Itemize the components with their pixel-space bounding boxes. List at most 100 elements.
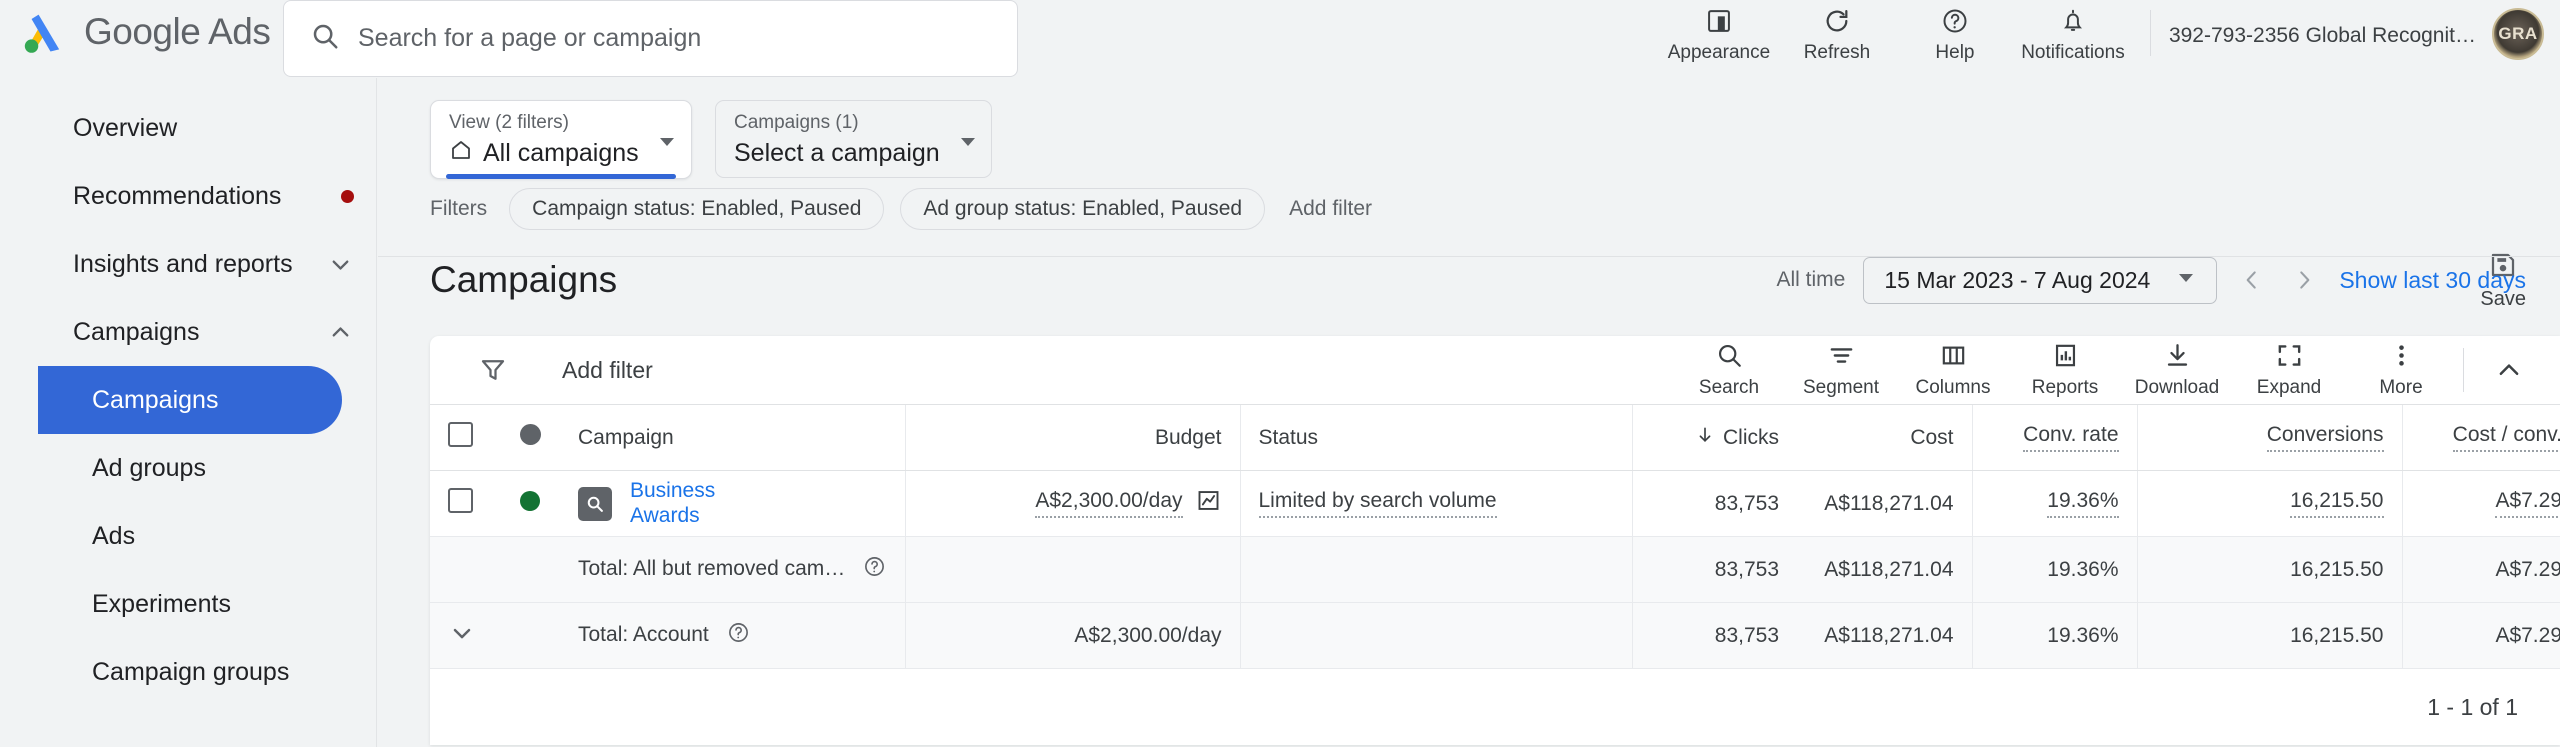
sidebar-item-overview[interactable]: Overview — [19, 94, 376, 162]
table-segment-button[interactable]: Segment — [1785, 339, 1897, 401]
status-filter-dot-icon[interactable] — [520, 424, 541, 445]
column-header-cost-per-conv[interactable]: Cost / conv. — [2401, 404, 2560, 471]
row-status-dot-cell — [502, 470, 560, 537]
column-header-status[interactable]: Status — [1239, 404, 1632, 471]
column-header-clicks[interactable]: Clicks — [1631, 404, 1797, 471]
appearance-icon — [1705, 4, 1733, 38]
table-more-button[interactable]: More — [2345, 339, 2457, 401]
sidebar-nav: Overview Recommendations Insights and re… — [19, 78, 377, 747]
sidebar-item-label: Campaigns — [73, 317, 200, 346]
total-account-status-cell — [1239, 602, 1632, 669]
column-header-cost[interactable]: Cost — [1797, 404, 1972, 471]
campaign-selector-value: Select a campaign — [734, 138, 940, 167]
sort-desc-icon — [1695, 425, 1715, 451]
table-row[interactable]: Business Awards A$2,300.00/day Limited b… — [430, 470, 2560, 537]
brand-text: Google Ads — [84, 11, 271, 53]
total-dot-cell — [502, 536, 560, 603]
all-time-label: All time — [1776, 268, 1846, 291]
column-header-campaign[interactable]: Campaign — [560, 404, 905, 471]
total-account-dot-cell — [502, 602, 560, 669]
sidebar-item-campaigns[interactable]: Campaigns — [38, 366, 342, 434]
chevron-up-icon[interactable] — [2484, 341, 2550, 399]
total-label-cell: Total: All but removed cam… — [560, 536, 905, 603]
table-download-button[interactable]: Download — [2121, 339, 2233, 401]
account-name[interactable]: 392-793-2356 Global Recognit… — [2169, 18, 2476, 48]
previous-period-button[interactable] — [2235, 263, 2269, 297]
notifications-icon — [2059, 4, 2087, 38]
view-selector-value: All campaigns — [483, 139, 639, 168]
campaign-selector[interactable]: Campaigns (1) Select a campaign — [715, 100, 992, 178]
brand-ads: Ads — [208, 11, 271, 52]
column-header-conversions[interactable]: Conversions — [2136, 404, 2402, 471]
sidebar-item-ad-groups[interactable]: Ad groups — [38, 434, 342, 502]
status-text[interactable]: Limited by search volume — [1258, 489, 1497, 518]
page-header: Campaigns All time 15 Mar 2023 - 7 Aug 2… — [378, 241, 2560, 319]
chevron-down-icon[interactable] — [448, 619, 476, 647]
view-selector[interactable]: View (2 filters) All campaigns — [430, 100, 692, 179]
next-period-button[interactable] — [2287, 263, 2321, 297]
table-reports-label: Reports — [2031, 377, 2099, 398]
sidebar-item-label: Campaign groups — [92, 657, 290, 686]
row-checkbox[interactable] — [448, 488, 473, 513]
refresh-button[interactable]: Refresh — [1778, 0, 1896, 66]
table-expand-label: Expand — [2256, 377, 2322, 398]
filter-funnel-icon[interactable] — [470, 347, 516, 393]
search-input[interactable] — [358, 24, 991, 53]
total-account-cost-cell: A$118,271.04 — [1797, 602, 1972, 669]
global-search-box[interactable] — [283, 0, 1018, 77]
avatar[interactable]: GRA — [2492, 8, 2544, 60]
conversions-value[interactable]: 16,215.50 — [2290, 489, 2384, 518]
sidebar-item-ads[interactable]: Ads — [38, 502, 342, 570]
sidebar-item-label: Experiments — [92, 589, 231, 618]
total-account-label-cell: Total: Account — [560, 602, 905, 669]
notifications-label: Notifications — [2021, 42, 2125, 63]
table-more-label: More — [2379, 377, 2423, 398]
date-range-picker[interactable]: 15 Mar 2023 - 7 Aug 2024 — [1863, 256, 2218, 304]
column-header-budget[interactable]: Budget — [904, 404, 1240, 471]
campaign-name-link[interactable]: Business Awards — [630, 479, 750, 527]
total-account-conv-rate-cell: 19.36% — [1971, 602, 2137, 669]
table-columns-button[interactable]: Columns — [1897, 339, 2009, 401]
refresh-icon — [1823, 4, 1851, 38]
search-icon — [310, 21, 340, 56]
budget-value[interactable]: A$2,300.00/day — [1035, 489, 1183, 518]
table-expand-button[interactable]: Expand — [2233, 339, 2345, 401]
help-icon[interactable] — [727, 623, 750, 649]
add-filter-link[interactable]: Add filter — [1281, 191, 1380, 227]
notifications-button[interactable]: Notifications — [2014, 0, 2132, 66]
campaign-selector-label: Campaigns (1) — [734, 112, 859, 133]
table-add-filter-button[interactable]: Add filter — [562, 357, 653, 384]
brand-logo[interactable]: Google Ads — [0, 0, 271, 58]
search-campaign-icon — [578, 486, 612, 521]
help-button[interactable]: Help — [1896, 0, 2014, 66]
table-search-button[interactable]: Search — [1673, 339, 1785, 401]
chevron-up-icon — [327, 319, 354, 346]
select-all-checkbox[interactable] — [448, 422, 473, 447]
chevron-down-icon — [2176, 267, 2196, 294]
filter-chip-campaign-status[interactable]: Campaign status: Enabled, Paused — [509, 188, 885, 230]
table-row-total-account: Total: Account A$2,300.00/day 83,753 A$1… — [430, 602, 2560, 669]
row-cost-per-conv-cell: A$7.29 — [2401, 470, 2560, 537]
cost-per-conv-value[interactable]: A$7.29 — [2495, 489, 2560, 518]
table-tools: Search Segment Columns Reports Download … — [1673, 339, 2560, 401]
sidebar-item-recommendations[interactable]: Recommendations — [19, 162, 376, 230]
header-divider — [2149, 10, 2151, 56]
column-header-conv-rate[interactable]: Conv. rate — [1971, 404, 2137, 471]
total-cost-per-conv-cell: A$7.29 — [2401, 536, 2560, 603]
sidebar-item-campaign-groups[interactable]: Campaign groups — [38, 638, 342, 706]
filter-chip-ad-group-status[interactable]: Ad group status: Enabled, Paused — [900, 188, 1266, 230]
sidebar-item-experiments[interactable]: Experiments — [38, 570, 342, 638]
table-header-row: Campaign Budget Status Clicks Cost Conv.… — [430, 404, 2560, 471]
appearance-button[interactable]: Appearance — [1660, 0, 1778, 66]
table-segment-label: Segment — [1802, 377, 1880, 398]
sidebar-item-campaigns-group[interactable]: Campaigns — [19, 298, 376, 366]
table-reports-button[interactable]: Reports — [2009, 339, 2121, 401]
date-range-value: 15 Mar 2023 - 7 Aug 2024 — [1884, 266, 2151, 293]
conv-rate-value[interactable]: 19.36% — [2047, 489, 2119, 518]
show-last-30-days-link[interactable]: Show last 30 days — [2339, 267, 2526, 294]
download-icon — [2163, 341, 2192, 375]
budget-chart-icon[interactable] — [1195, 487, 1222, 520]
column-header-conv-rate-label: Conv. rate — [2023, 423, 2119, 452]
help-icon[interactable] — [863, 557, 886, 583]
sidebar-item-insights-and-reports[interactable]: Insights and reports — [19, 230, 376, 298]
